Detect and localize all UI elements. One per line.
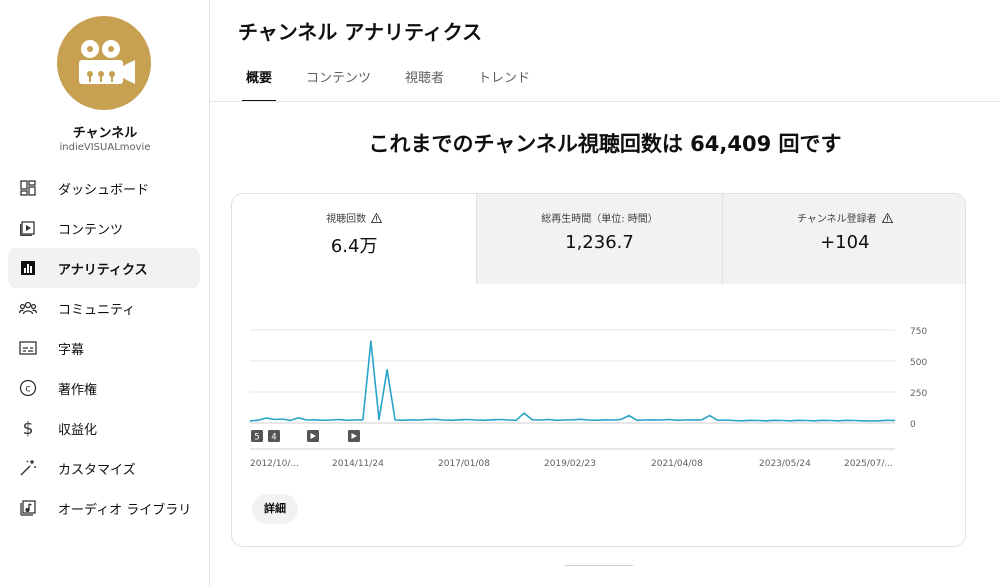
metric-label: 総再生時間（単位: 時間）: [541, 214, 658, 225]
x-tick-label: 2012/10/...: [250, 459, 299, 469]
sidebar-item-label: コンテンツ: [58, 222, 124, 238]
channel-name: チャンネル: [72, 126, 138, 141]
metric-label: チャンネル登録者: [796, 214, 877, 225]
analytics-icon: [18, 258, 38, 278]
channel-avatar[interactable]: [57, 16, 151, 110]
sidebar-item-label: カスタマイズ: [58, 462, 136, 478]
series-line: [249, 340, 896, 422]
channel-handle: indieVISUALmovie: [59, 142, 151, 153]
sidebar-nav: ダッシュボード コンテンツ アナリティクス コミュニティ 字幕 c 著作権 $ …: [8, 168, 200, 528]
metric-value: +104: [820, 232, 870, 253]
sidebar: チャンネル indieVISUALmovie ダッシュボード コンテンツ アナリ…: [0, 0, 210, 586]
sidebar-item-subtitles[interactable]: 字幕: [8, 328, 200, 368]
x-tick-label: 2017/01/08: [438, 459, 490, 469]
x-tick-label: 2019/02/23: [544, 459, 596, 469]
event-marker[interactable]: 5: [251, 430, 263, 443]
sidebar-item-label: 著作権: [58, 382, 98, 398]
sidebar-item-content[interactable]: コンテンツ: [8, 208, 200, 248]
tab-content[interactable]: コンテンツ: [292, 64, 385, 102]
x-tick-label: 2025/07/...: [844, 459, 893, 469]
dashboard-icon: [18, 178, 38, 198]
video-marker[interactable]: [307, 430, 319, 442]
sidebar-item-label: 字幕: [58, 342, 85, 358]
views-line-chart: 0 250 500 750 5 4 2012/10/... 2014/11/24 2017/01…: [249, 327, 927, 469]
event-marker[interactable]: 4: [268, 430, 280, 443]
sidebar-item-audio-library[interactable]: オーディオ ライブラリ: [8, 488, 200, 528]
copyright-icon: c: [18, 378, 38, 398]
warning-icon: [881, 212, 893, 223]
sidebar-item-label: オーディオ ライブラリ: [58, 502, 192, 518]
y-tick-label: 0: [910, 420, 916, 430]
tab-trends[interactable]: トレンド: [464, 64, 544, 102]
tab-audience[interactable]: 視聴者: [391, 64, 458, 102]
page-title: チャンネル アナリティクス: [238, 20, 483, 44]
svg-text:5: 5: [254, 433, 259, 443]
tab-overview[interactable]: 概要: [232, 64, 286, 102]
y-tick-label: 750: [910, 327, 927, 337]
analytics-card: 視聴回数 6.4万 総再生時間（単位: 時間） 1,236.7 チャンネル登録者…: [231, 193, 966, 547]
subtitles-icon: [18, 338, 38, 358]
svg-text:c: c: [25, 384, 31, 395]
metric-watch-time[interactable]: 総再生時間（単位: 時間） 1,236.7: [476, 194, 722, 284]
warning-icon: [371, 212, 383, 223]
sidebar-item-label: アナリティクス: [58, 262, 148, 278]
svg-text:$: $: [23, 419, 34, 437]
community-icon: [18, 298, 38, 318]
sidebar-item-monetization[interactable]: $ 収益化: [8, 408, 200, 448]
x-tick-label: 2021/04/08: [651, 459, 703, 469]
video-marker[interactable]: [348, 430, 360, 442]
content-icon: [18, 218, 38, 238]
y-tick-label: 250: [910, 389, 927, 399]
sidebar-item-dashboard[interactable]: ダッシュボード: [8, 168, 200, 208]
dollar-icon: $: [18, 418, 38, 438]
movie-camera-logo: [79, 40, 135, 84]
svg-text:4: 4: [271, 433, 276, 443]
sidebar-item-community[interactable]: コミュニティ: [8, 288, 200, 328]
details-button[interactable]: 詳細: [252, 494, 298, 524]
sidebar-item-analytics[interactable]: アナリティクス: [8, 248, 200, 288]
views-headline: これまでのチャンネル視聴回数は 64,409 回です: [368, 132, 842, 156]
magic-wand-icon: [18, 458, 38, 478]
metric-value: 6.4万: [330, 236, 378, 257]
scroll-handle: [565, 565, 633, 566]
metric-label: 視聴回数: [326, 214, 367, 225]
audio-library-icon: [18, 498, 38, 518]
sidebar-item-copyright[interactable]: c 著作権: [8, 368, 200, 408]
sidebar-item-label: 収益化: [58, 422, 98, 438]
metric-tabs: 視聴回数 6.4万 総再生時間（単位: 時間） 1,236.7 チャンネル登録者…: [232, 194, 965, 284]
sidebar-item-customize[interactable]: カスタマイズ: [8, 448, 200, 488]
metric-views[interactable]: 視聴回数 6.4万: [232, 194, 477, 284]
tab-bar: 概要 コンテンツ 視聴者 トレンド: [232, 64, 550, 102]
x-tick-label: 2023/05/24: [759, 459, 811, 469]
metric-value: 1,236.7: [565, 232, 634, 253]
sidebar-item-label: コミュニティ: [58, 302, 136, 318]
x-tick-label: 2014/11/24: [332, 459, 384, 469]
tabs-divider: [210, 101, 1000, 102]
sidebar-item-label: ダッシュボード: [58, 182, 150, 198]
y-tick-label: 500: [910, 358, 927, 368]
metric-subscribers[interactable]: チャンネル登録者 +104: [721, 194, 965, 284]
